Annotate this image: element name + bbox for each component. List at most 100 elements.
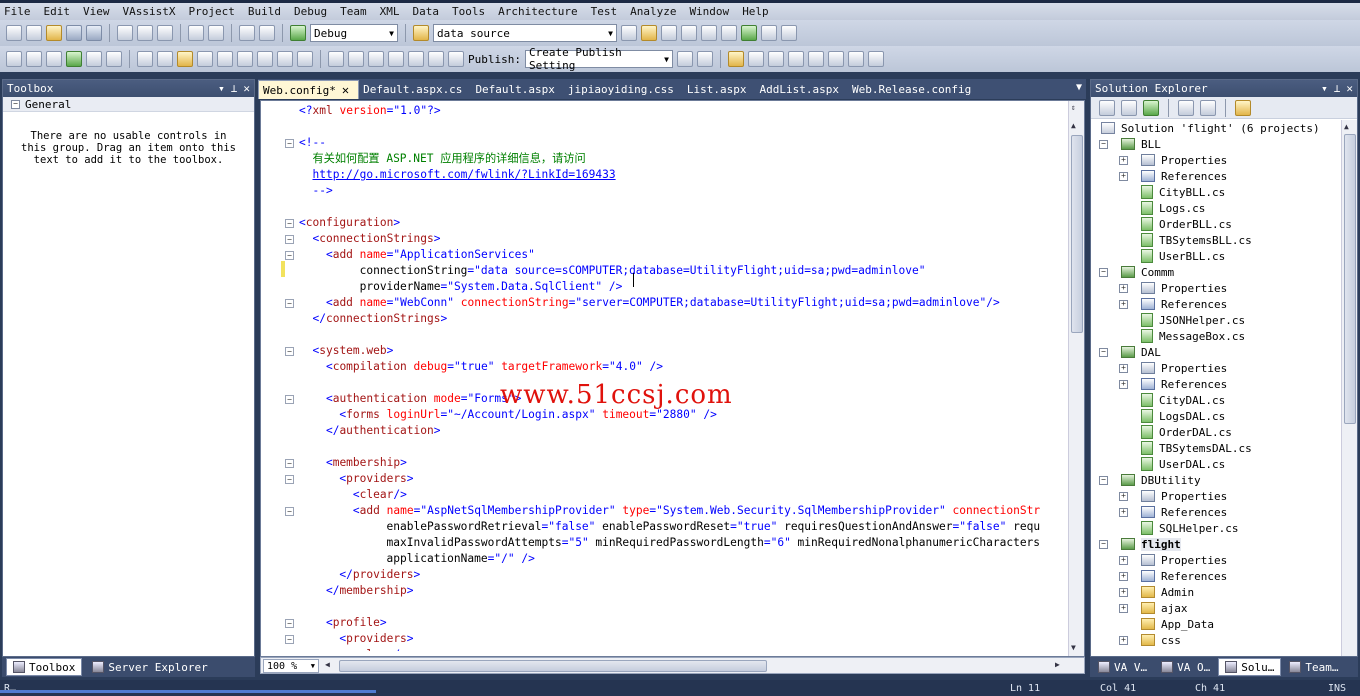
- code-line[interactable]: enablePasswordRetrieval="false" enablePa…: [299, 519, 1069, 535]
- tree-item[interactable]: + References: [1091, 376, 1341, 392]
- tree-item[interactable]: + References: [1091, 568, 1341, 584]
- close-tab-icon[interactable]: ✕: [342, 83, 349, 97]
- tree-item[interactable]: OrderBLL.cs: [1091, 216, 1341, 232]
- tab-solution-explorer[interactable]: Solu…: [1218, 658, 1282, 676]
- solution-configuration-select[interactable]: Debug ▼: [310, 24, 398, 42]
- tree-item[interactable]: + Properties: [1091, 152, 1341, 168]
- arrow-left-icon[interactable]: [807, 51, 824, 67]
- settings-icon[interactable]: [696, 51, 713, 67]
- font-icon[interactable]: [197, 51, 213, 67]
- object-browser-icon[interactable]: [681, 25, 697, 41]
- arrow-right-icon[interactable]: [827, 51, 844, 67]
- open-file-icon[interactable]: [46, 25, 62, 41]
- code-line[interactable]: <?xml version="1.0"?>: [299, 103, 1069, 119]
- publish-icon[interactable]: [428, 51, 444, 67]
- tree-item[interactable]: TBSytemsBLL.cs: [1091, 232, 1341, 248]
- code-line[interactable]: [299, 119, 1069, 135]
- tab-team-explorer[interactable]: Team…: [1283, 658, 1344, 676]
- code-area[interactable]: <?xml version="1.0"?> <!-- 有关如何配置 ASP.NET…: [299, 103, 1069, 651]
- tag-icon[interactable]: [157, 51, 173, 67]
- find-icon[interactable]: [621, 25, 637, 41]
- tree-item[interactable]: + Admin: [1091, 584, 1341, 600]
- fold-toggle-icon[interactable]: −: [285, 347, 294, 356]
- expand-icon[interactable]: +: [1119, 171, 1128, 181]
- scroll-left-icon[interactable]: ◀: [325, 660, 330, 669]
- redo-icon[interactable]: [208, 25, 224, 41]
- code-line[interactable]: http://go.microsoft.com/fwlink/?LinkId=1…: [299, 167, 1069, 183]
- code-line[interactable]: <system.web>: [299, 343, 1069, 359]
- menu-item-edit[interactable]: Edit: [44, 5, 78, 18]
- menu-item-help[interactable]: Help: [742, 5, 776, 18]
- outdent-icon[interactable]: [257, 51, 273, 67]
- tab-toolbox[interactable]: Toolbox: [6, 658, 83, 676]
- menu-item-test[interactable]: Test: [591, 5, 625, 18]
- bookmark-icon[interactable]: [328, 51, 344, 67]
- code-line[interactable]: providerName="System.Data.SqlClient" />: [299, 279, 1069, 295]
- tree-item[interactable]: MessageBox.cs: [1091, 328, 1341, 344]
- properties-icon[interactable]: [1099, 99, 1115, 116]
- expand-icon[interactable]: +: [1119, 635, 1128, 645]
- code-line[interactable]: <clear/>: [299, 487, 1069, 503]
- layout-icon[interactable]: [867, 51, 884, 67]
- expand-icon[interactable]: +: [1119, 587, 1128, 597]
- expand-icon[interactable]: +: [1119, 603, 1128, 613]
- code-line[interactable]: <add name="ApplicationServices": [299, 247, 1069, 263]
- start-page-icon[interactable]: [741, 25, 757, 41]
- dropdown-icon[interactable]: ▾: [1321, 82, 1328, 95]
- clear-bookmarks-icon[interactable]: [388, 51, 404, 67]
- tab-va-outline[interactable]: VA O…: [1155, 658, 1216, 676]
- outline-icon[interactable]: [26, 51, 42, 67]
- expand-icon[interactable]: +: [1119, 155, 1128, 165]
- fold-toggle-icon[interactable]: −: [285, 507, 294, 516]
- copy-icon[interactable]: [137, 25, 153, 41]
- tab-va-view[interactable]: VA V…: [1092, 658, 1153, 676]
- code-line[interactable]: <connectionStrings>: [299, 231, 1069, 247]
- tree-item[interactable]: + css: [1091, 632, 1341, 648]
- menu-item-xml[interactable]: XML: [380, 5, 407, 18]
- menu-item-window[interactable]: Window: [689, 5, 736, 18]
- tree-item[interactable]: − DAL: [1091, 344, 1341, 360]
- indent-icon[interactable]: [237, 51, 253, 67]
- view-code-icon[interactable]: [1178, 99, 1194, 116]
- menu-item-debug[interactable]: Debug: [294, 5, 334, 18]
- scroll-up-icon[interactable]: ▲: [1344, 122, 1349, 131]
- collapse-icon[interactable]: −: [1099, 139, 1108, 149]
- tree-item[interactable]: − BLL: [1091, 136, 1341, 152]
- split-icon[interactable]: ⇕: [1071, 103, 1076, 112]
- tree-item[interactable]: App_Data: [1091, 616, 1341, 632]
- menu-item-architecture[interactable]: Architecture: [498, 5, 584, 18]
- code-line[interactable]: [299, 599, 1069, 615]
- close-icon[interactable]: ✕: [243, 82, 250, 95]
- expand-icon[interactable]: +: [1119, 379, 1128, 389]
- pointer-icon[interactable]: [177, 51, 193, 67]
- tree-item[interactable]: UserBLL.cs: [1091, 248, 1341, 264]
- menu-item-tools[interactable]: Tools: [452, 5, 492, 18]
- extension-manager-icon[interactable]: [761, 25, 777, 41]
- menu-item-analyze[interactable]: Analyze: [630, 5, 683, 18]
- editor-vertical-scrollbar[interactable]: ⇕ ▲ ▼: [1068, 101, 1084, 656]
- dropdown-icon[interactable]: ▾: [218, 82, 225, 95]
- fold-toggle-icon[interactable]: −: [285, 459, 294, 468]
- tree-item[interactable]: − DBUtility: [1091, 472, 1341, 488]
- camera-icon[interactable]: [747, 51, 764, 67]
- collapse-icon[interactable]: −: [1099, 539, 1108, 549]
- collapse-icon[interactable]: −: [1099, 347, 1108, 357]
- tree-item[interactable]: Logs.cs: [1091, 200, 1341, 216]
- tree-item[interactable]: − Commm: [1091, 264, 1341, 280]
- tree-item[interactable]: + ajax: [1091, 600, 1341, 616]
- expand-icon[interactable]: +: [1119, 507, 1128, 517]
- tree-item[interactable]: + References: [1091, 168, 1341, 184]
- tree-item[interactable]: LogsDAL.cs: [1091, 408, 1341, 424]
- save-all-icon[interactable]: [86, 25, 102, 41]
- menu-item-vassistx[interactable]: VAssistX: [123, 5, 183, 18]
- expand-icon[interactable]: +: [1119, 299, 1128, 309]
- list-icon[interactable]: [217, 51, 233, 67]
- menu-item-file[interactable]: File: [4, 5, 38, 18]
- code-line[interactable]: <profile>: [299, 615, 1069, 631]
- show-all-files-icon[interactable]: [1121, 99, 1137, 116]
- close-icon[interactable]: ✕: [1346, 82, 1353, 95]
- tree-item[interactable]: TBSytemsDAL.cs: [1091, 440, 1341, 456]
- refresh-icon[interactable]: [1143, 99, 1159, 116]
- fold-toggle-icon[interactable]: −: [285, 395, 294, 404]
- view-designer-icon[interactable]: [1200, 99, 1216, 116]
